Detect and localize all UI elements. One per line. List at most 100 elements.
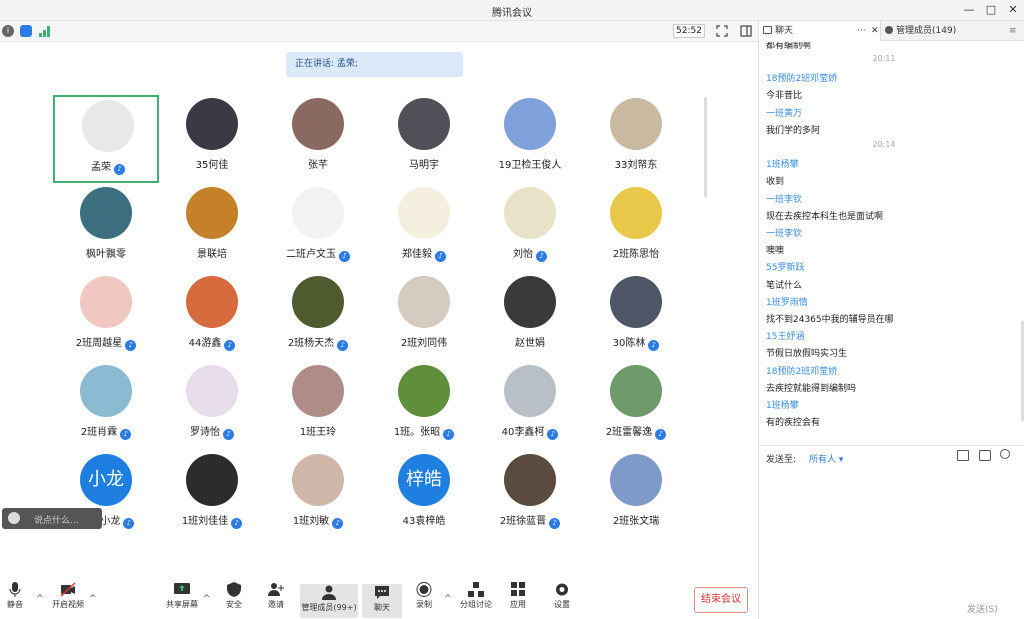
grid-scrollbar[interactable] [704,97,707,197]
security-button[interactable]: 安全 [214,582,254,610]
participant-tile[interactable]: 40李鑫柯 ♪ [477,362,583,450]
close-icon[interactable]: ✕ [871,21,879,41]
chat-sender[interactable]: 一班李钦 [766,192,802,205]
participant-tile[interactable]: 2班雷馨逸 ♪ [583,362,689,450]
chat-sender[interactable]: 55罗新跃 [766,260,804,273]
participant-name: 2班雷馨逸 ♪ [583,423,689,440]
record-button[interactable]: 录制 [404,582,444,610]
participant-name: 景联培 [159,245,265,260]
chat-sender[interactable]: 一班李钦 [766,226,802,239]
add-user-icon [268,583,284,596]
quick-chat-bar[interactable]: 说点什么... [2,508,102,529]
shield-icon[interactable] [20,25,32,37]
chat-message: 噢噢 [766,246,785,257]
chat-input[interactable] [759,467,1024,597]
participant-tile[interactable]: 马明宇 [371,95,477,183]
participant-tile[interactable]: 1班王玲 [265,362,371,450]
emoji-icon[interactable] [8,512,20,524]
participant-tile[interactable]: 35何佳 [159,95,265,183]
more-icon[interactable]: ··· [857,21,866,41]
participant-tile[interactable]: 景联培 [159,184,265,272]
participant-tile[interactable]: 枫叶飘零 [53,184,159,272]
signal-icon[interactable] [39,25,51,37]
participant-tile[interactable]: 44游鑫 ♪ [159,273,265,361]
quick-chat-input[interactable]: 说点什么... [34,513,79,526]
mute-options-caret[interactable]: ^ [36,594,44,604]
chat-sender[interactable]: 18预防2班邓莹娇 [766,71,837,84]
participant-tile[interactable]: 1班。张昭 ♪ [371,362,477,450]
send-to-select[interactable]: 所有人 ▾ [809,452,843,465]
folder-icon[interactable] [957,450,969,461]
record-options-caret[interactable]: ^ [444,594,452,604]
chat-icon [763,26,772,34]
avatar [504,98,556,150]
participant-name: 1班刘敏 ♪ [265,512,371,529]
participant-tile[interactable]: 张芊 [265,95,371,183]
participant-name-text: 1班刘敏 [292,516,330,527]
participant-name: 35何佳 [159,156,265,171]
fullscreen-icon[interactable] [716,25,728,37]
participant-tile[interactable]: 2班徐蓝晋 ♪ [477,451,583,539]
microphone-icon: ♪ [435,251,446,262]
avatar [504,187,556,239]
chat-sender[interactable]: 15王妤涵 [766,329,804,342]
participant-tile[interactable]: 刘怡 ♪ [477,184,583,272]
participant-name-text: 2班陈思怡 [612,249,660,260]
share-screen-button[interactable]: 共享屏幕 [162,582,202,610]
tabs-menu-icon[interactable]: ≡ [1009,21,1023,41]
tab-chat[interactable]: 聊天 ··· ✕ [759,21,881,41]
microphone-icon: ♪ [120,429,132,440]
participant-tile[interactable]: 2班陈思怡 [583,184,689,272]
chat-message: 笔试什么 [766,280,803,291]
participant-tile[interactable]: 二班卢文玉 ♪ [265,184,371,272]
send-button[interactable]: 发送(S) [967,602,998,615]
chat-sender[interactable]: 1班罗雨情 [766,295,808,308]
chat-button[interactable]: 聊天 [362,584,402,618]
chat-sender[interactable]: 18预防2班邓莹娇 [766,364,837,377]
settings-button[interactable]: 设置 [542,582,582,610]
maximize-button[interactable]: □ [982,2,1000,18]
chat-sender[interactable]: 1班杨攀 [766,157,799,170]
info-icon[interactable]: i [2,25,14,37]
end-meeting-button[interactable]: 结束会议 [694,587,748,613]
save-chat-icon[interactable] [979,450,991,461]
participant-tile[interactable]: 2班周越星 ♪ [53,273,159,361]
share-options-caret[interactable]: ^ [203,594,211,604]
invite-button[interactable]: 邀请 [256,582,296,610]
chat-sender[interactable]: 一班黄万 [766,106,802,119]
avatar [504,276,556,328]
participant-tile[interactable]: 2班刘同伟 [371,273,477,361]
participant-tile[interactable]: 2班张文瑞 [583,451,689,539]
chat-sender[interactable]: 1班杨攀 [766,398,799,411]
chat-message: 今非昔比 [766,91,803,102]
participant-tile[interactable]: 罗诗怡 ♪ [159,362,265,450]
participant-tile[interactable]: 孟荣 ♪ [53,95,159,183]
apps-button[interactable]: 应用 [498,582,538,610]
participant-tile[interactable]: 2班肖霖 ♪ [53,362,159,450]
participant-tile[interactable]: 30陈林 ♪ [583,273,689,361]
microphone-icon: ♪ [231,518,243,529]
participant-tile[interactable]: 19卫检王俊人 [477,95,583,183]
participant-tile[interactable]: 1班刘佳佳 ♪ [159,451,265,539]
participant-tile[interactable]: 赵世娟 [477,273,583,361]
layout-icon[interactable] [740,25,752,37]
avatar [610,98,662,150]
manage-members-button[interactable]: 管理成员(99+) [300,584,358,618]
participant-tile[interactable]: 1班刘敏 ♪ [265,451,371,539]
meeting-timer: 52:52 [673,24,705,38]
breakout-rooms-button[interactable]: 分组讨论 [456,582,496,610]
minimize-button[interactable]: — [960,2,978,18]
avatar: 小龙 [80,454,132,506]
participant-tile[interactable]: 郑佳毅 ♪ [371,184,477,272]
participant-tile[interactable]: 2班杨天杰 ♪ [265,273,371,361]
close-button[interactable]: ✕ [1004,2,1022,18]
mute-button[interactable]: 静音 [0,582,34,610]
participant-tile[interactable]: 梓皓 43袁梓皓 [371,451,477,539]
start-video-button[interactable]: 开启视频 [48,582,88,610]
video-options-caret[interactable]: ^ [89,594,97,604]
participant-name-text: 1班王玲 [299,427,337,438]
participant-name-text: 2班杨天杰 [287,338,335,349]
user-settings-icon[interactable] [1000,449,1010,459]
tab-manage-members[interactable]: 管理成员(149) [885,21,1005,41]
participant-tile[interactable]: 33刘帑东 [583,95,689,183]
